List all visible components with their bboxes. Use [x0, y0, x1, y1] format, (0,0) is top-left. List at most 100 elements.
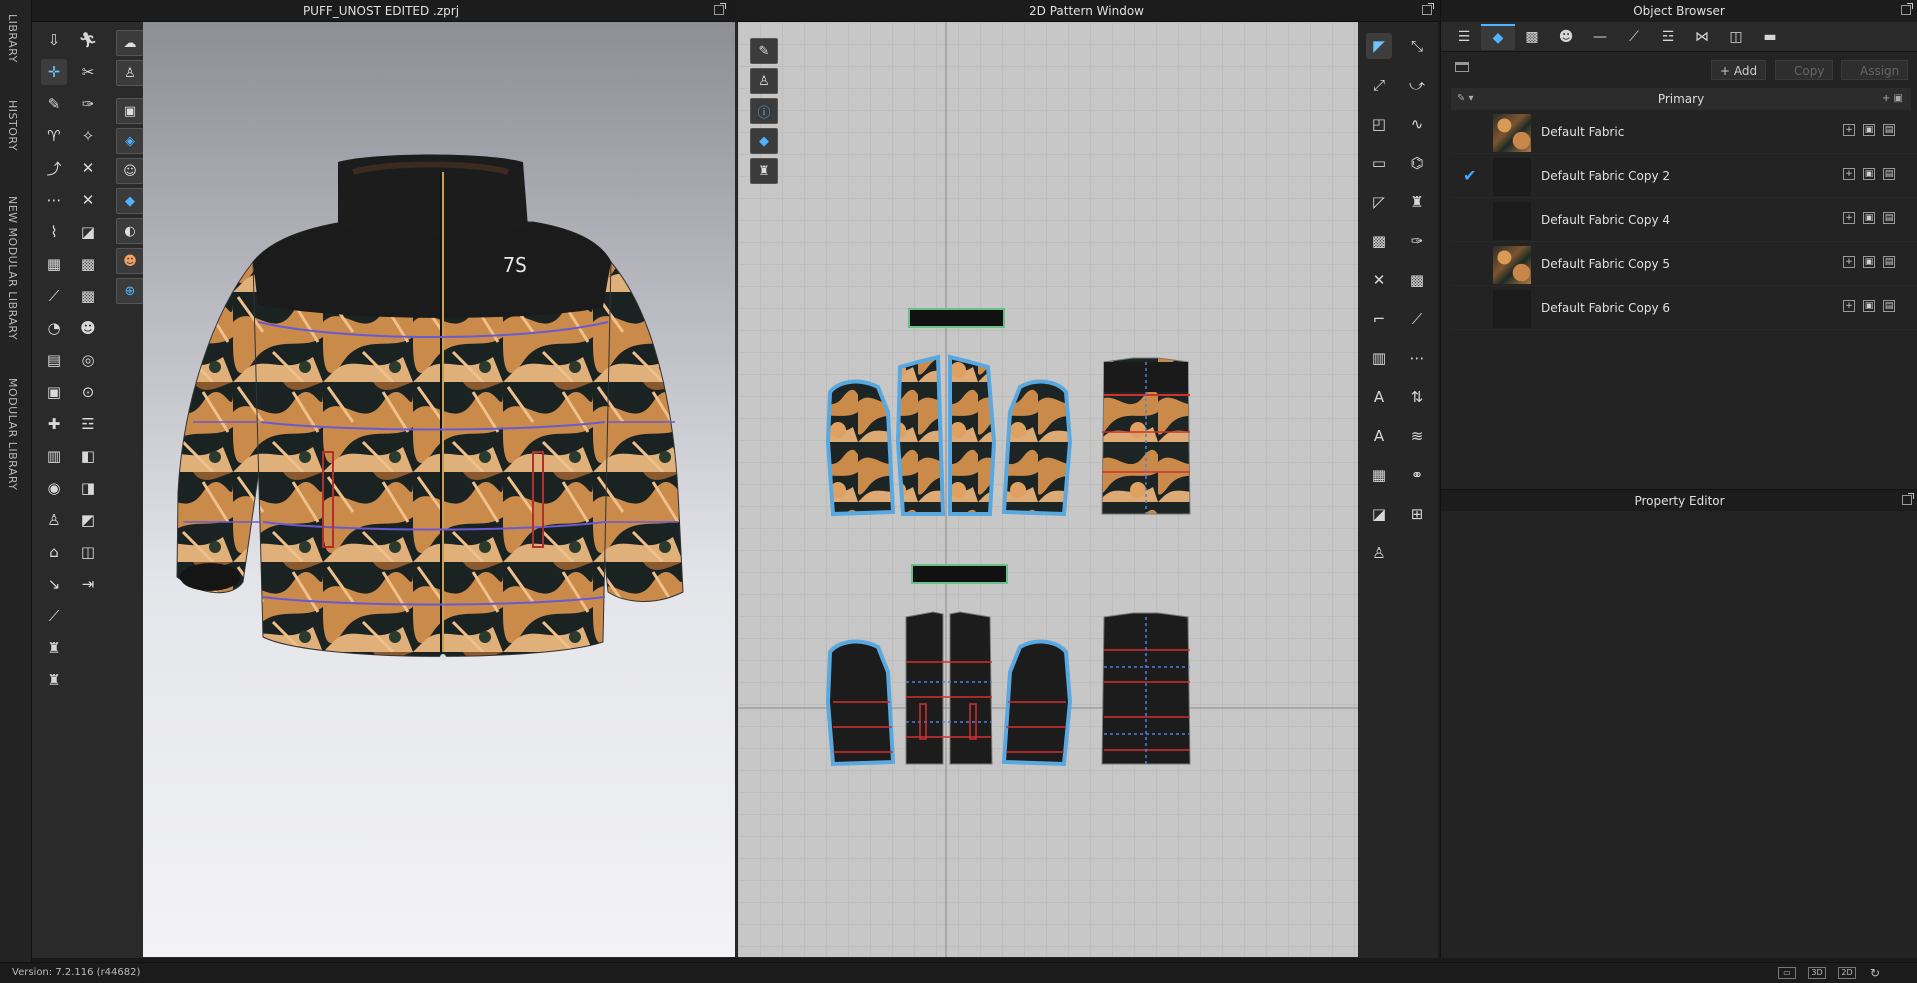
measure-icon[interactable]: ◔ — [41, 315, 67, 341]
measure-tab-icon[interactable]: ▬ — [1753, 24, 1787, 50]
segment-icon[interactable]: ⋯ — [41, 187, 67, 213]
add-button[interactable]: + Add — [1711, 60, 1767, 80]
apply-icon[interactable]: + — [1843, 256, 1855, 268]
texture-display-icon[interactable]: ▣ — [116, 98, 144, 124]
3d-viewport[interactable]: 7S — [143, 22, 759, 957]
copy-button[interactable]: Copy — [1775, 60, 1834, 80]
2d-polygon-icon[interactable]: ◰ — [1366, 111, 1392, 137]
line-tool-icon[interactable]: ↘ — [41, 571, 67, 597]
stitch-icon[interactable]: ✕ — [75, 155, 101, 181]
refresh-icon[interactable]: ↻ — [1870, 963, 1880, 983]
list-view-icon[interactable]: ☰ — [1447, 24, 1481, 50]
merge-icon[interactable]: ⇥ — [75, 571, 101, 597]
avatar-icon[interactable]: ♙ — [41, 507, 67, 533]
2d-select-icon[interactable]: ◤ — [1366, 33, 1392, 59]
button2-icon[interactable]: ◎ — [75, 347, 101, 373]
tab-new-modular-library[interactable]: NEW MODULAR LIBRARY — [6, 196, 19, 340]
duplicate-icon[interactable]: ▣ — [1863, 168, 1875, 180]
checker-icon[interactable]: ▩ — [75, 251, 101, 277]
2d-edit-icon[interactable]: ⤡ — [1404, 33, 1430, 59]
zip-tool-icon[interactable]: ☲ — [75, 411, 101, 437]
view-2d-button[interactable]: 2D — [1838, 967, 1856, 979]
2d-viewport[interactable]: ✎ ♙ ⓘ ◆ ♜ — [738, 22, 1358, 957]
copy-icon[interactable]: ▤ — [1883, 212, 1895, 224]
copy-icon[interactable]: ▤ — [1883, 256, 1895, 268]
skin-icon[interactable]: ☻ — [116, 248, 144, 274]
brush-icon[interactable]: ✑ — [75, 91, 101, 117]
assign-button[interactable]: Assign — [1841, 60, 1909, 80]
fold-icon[interactable]: ⤴ — [41, 155, 67, 181]
popout-icon[interactable] — [1422, 3, 1434, 15]
copy-icon[interactable]: ▤ — [1883, 124, 1895, 136]
copy-icon[interactable]: ▤ — [1883, 300, 1895, 312]
2d-wave-icon[interactable]: ∿ — [1404, 111, 1430, 137]
checker2-icon[interactable]: ▩ — [75, 283, 101, 309]
button-icon[interactable]: ◉ — [41, 475, 67, 501]
2d-checker-icon[interactable]: ▩ — [1404, 267, 1430, 293]
2d-brush-icon[interactable]: ✑ — [1404, 228, 1430, 254]
2d-line-icon[interactable]: ⟋ — [1404, 306, 1430, 332]
simulate-icon[interactable]: 🏃︎ — [75, 27, 101, 53]
top-icon[interactable]: ♜ — [41, 635, 67, 661]
2d-shirt-icon[interactable]: ♜ — [1404, 189, 1430, 215]
shading-icon[interactable]: ◐ — [116, 218, 144, 244]
popout-icon[interactable] — [714, 3, 726, 15]
2d-link-icon[interactable]: ⚭ — [1404, 462, 1430, 488]
texture-icon[interactable]: ▤ — [41, 347, 67, 373]
duplicate-icon[interactable]: ▣ — [1863, 124, 1875, 136]
avatar-view-icon[interactable]: ☺ — [116, 158, 144, 184]
apply-icon[interactable]: + — [1843, 300, 1855, 312]
fabric-row[interactable]: Default Fabric Copy 4 + ▣ ▤ — [1451, 198, 1917, 242]
group-primary-bar[interactable]: ✎ ▾ Primary + ▣ — [1451, 88, 1911, 110]
lock-icon[interactable]: ⊙ — [75, 379, 101, 405]
fabric-tab-icon[interactable]: ◆ — [1481, 23, 1515, 50]
2d-curve-icon[interactable]: ⤻ — [1404, 72, 1430, 98]
layer3-icon[interactable]: ◩ — [75, 507, 101, 533]
2d-gift-icon[interactable]: ⊞ — [1404, 501, 1430, 527]
folder-icon[interactable] — [1455, 62, 1469, 72]
buttonhole-tab-icon[interactable]: — — [1583, 24, 1617, 50]
layout-icon[interactable]: ▭ — [1778, 967, 1796, 979]
layer-tab-icon[interactable]: ◫ — [1719, 24, 1753, 50]
2d-fabric-icon[interactable]: ◪ — [1366, 501, 1392, 527]
trim-tab-icon[interactable]: ⋈ — [1685, 24, 1719, 50]
tee-icon[interactable]: ♜ — [41, 667, 67, 693]
pen-icon[interactable]: ✎ ▾ — [1457, 88, 1474, 110]
apply-icon[interactable]: + — [1843, 168, 1855, 180]
garment-display-icon[interactable]: ♙ — [116, 60, 144, 86]
duplicate-icon[interactable]: ▣ — [1863, 300, 1875, 312]
2d-pleat-icon[interactable]: ⇅ — [1404, 384, 1430, 410]
tab-history[interactable]: HISTORY — [6, 100, 19, 151]
2d-transform-icon[interactable]: ⤢ — [1366, 72, 1392, 98]
visibility-icon[interactable]: ◈ — [116, 128, 144, 154]
transform-pattern-icon[interactable]: ✛ — [41, 59, 67, 85]
fabric-view-icon[interactable]: ◆ — [116, 188, 144, 214]
dots-icon[interactable]: ☻ — [75, 315, 101, 341]
2d-zigzag-icon[interactable]: ≋ — [1404, 423, 1430, 449]
popout-icon[interactable] — [1901, 3, 1913, 15]
garment-icon[interactable]: ♈ — [41, 123, 67, 149]
2d-text2-icon[interactable]: A — [1366, 423, 1392, 449]
2d-measure-icon[interactable]: ⋯ — [1404, 345, 1430, 371]
layer-icon[interactable]: ◧ — [75, 443, 101, 469]
2d-ruler-icon[interactable]: ▥ — [1366, 345, 1392, 371]
pin-icon[interactable]: ▦ — [41, 251, 67, 277]
2d-text-icon[interactable]: A — [1366, 384, 1392, 410]
shirt-icon[interactable]: ✚ — [41, 411, 67, 437]
duplicate-icon[interactable]: ▣ — [1863, 256, 1875, 268]
graphic-icon[interactable]: ◪ — [75, 219, 101, 245]
duplicate-icon[interactable]: ▣ — [1863, 212, 1875, 224]
layer4-icon[interactable]: ◫ — [75, 539, 101, 565]
ruler-icon[interactable]: ⟋ — [41, 603, 67, 629]
fabric-row[interactable]: ✔ Default Fabric Copy 2 + ▣ ▤ — [1451, 154, 1917, 198]
wand-icon[interactable]: ✧ — [75, 123, 101, 149]
sew-icon[interactable]: ✕ — [75, 187, 101, 213]
edit-pattern-icon[interactable]: ✎ — [41, 91, 67, 117]
2d-figure-icon[interactable]: ♙ — [1366, 540, 1392, 566]
needle-icon[interactable]: ⟋ — [41, 283, 67, 309]
puffer-icon[interactable]: ▣ — [41, 379, 67, 405]
fabric-row[interactable]: Default Fabric + ▣ ▤ — [1451, 110, 1917, 154]
2d-dart-icon[interactable]: ◸ — [1366, 189, 1392, 215]
2d-cut-icon[interactable]: ✕ — [1366, 267, 1392, 293]
apply-icon[interactable]: + — [1843, 212, 1855, 224]
